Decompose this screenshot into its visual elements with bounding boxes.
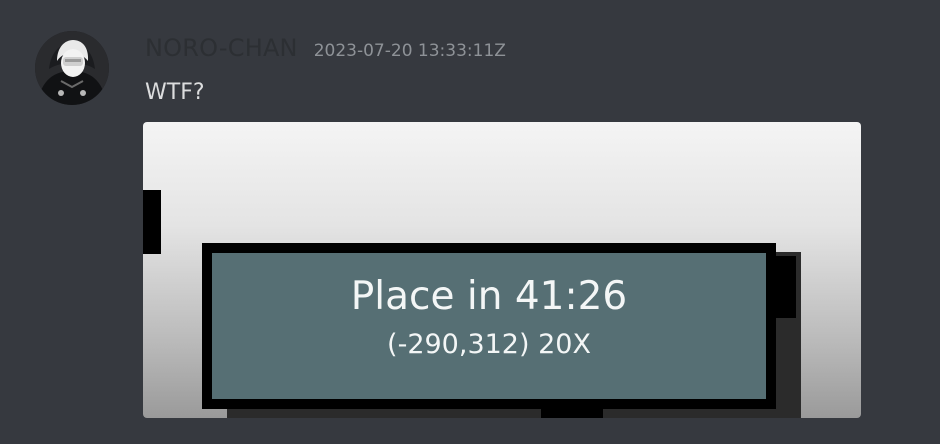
panel-shadow-tab [776,256,796,318]
chat-message: NORO-CHAN 2023-07-20 13:33:11Z WTF? Plac… [0,0,940,444]
avatar-icon [35,31,109,105]
message-text: WTF? [145,80,205,105]
place-overlay-inner: Place in 41:26 (-290,312) 20X [212,253,766,399]
panel-notch [541,409,603,418]
overlay-coordinates: (-290,312) 20X [387,329,591,360]
overlay-title: Place in 41:26 [350,274,628,319]
attachment-decor-left [143,190,161,254]
place-overlay-panel: Place in 41:26 (-290,312) 20X [202,243,776,409]
author-username[interactable]: NORO-CHAN [145,34,298,62]
user-avatar[interactable] [35,31,109,105]
message-header: NORO-CHAN 2023-07-20 13:33:11Z [145,34,506,62]
message-timestamp: 2023-07-20 13:33:11Z [313,41,506,61]
image-attachment[interactable]: Place in 41:26 (-290,312) 20X [143,122,861,418]
